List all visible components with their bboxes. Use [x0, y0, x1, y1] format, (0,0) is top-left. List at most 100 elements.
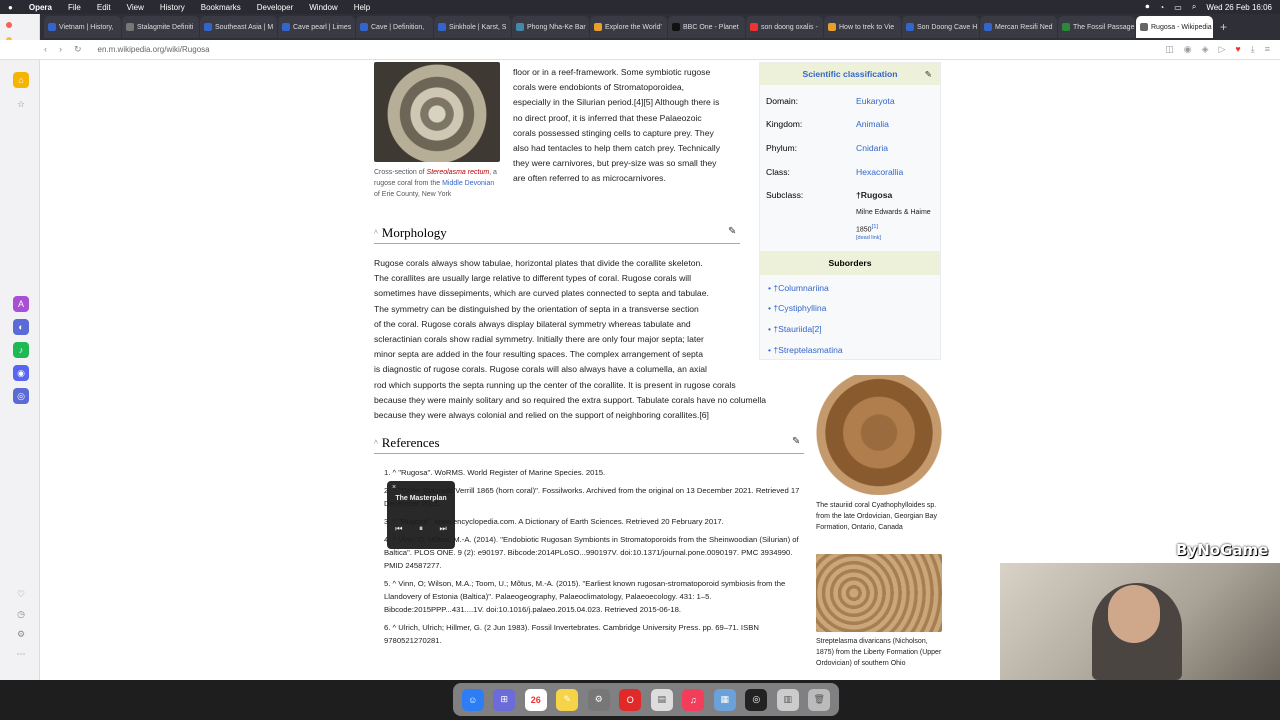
- browser-tab[interactable]: Rugosa - Wikipedia: [1136, 16, 1213, 38]
- menu-help[interactable]: Help: [346, 3, 378, 12]
- menu-edit[interactable]: Edit: [89, 3, 119, 12]
- suborder-item[interactable]: • †Cystiphyllina: [768, 303, 826, 313]
- streptelasma-divaricans-image[interactable]: [816, 554, 942, 632]
- taxobox-link[interactable]: Eukaryota: [856, 96, 895, 106]
- next-icon[interactable]: ⏭: [440, 524, 447, 534]
- menu-history[interactable]: History: [152, 3, 193, 12]
- music-icon[interactable]: ♫: [682, 688, 705, 711]
- suborder-link[interactable]: †Cystiphyllina: [773, 303, 826, 313]
- authority-ref[interactable]: [1]: [872, 224, 878, 230]
- home-icon[interactable]: ⌂: [13, 72, 29, 88]
- new-tab-button[interactable]: +: [1220, 20, 1227, 34]
- window-close-button[interactable]: [6, 22, 12, 28]
- spotify-icon[interactable]: ♪: [13, 342, 29, 358]
- textedit-icon[interactable]: ▤: [650, 688, 673, 711]
- heart-icon[interactable]: ♡: [13, 586, 29, 602]
- chevron-up-icon[interactable]: ^: [374, 228, 378, 237]
- suborder-link[interactable]: †Streptelasmatina: [773, 345, 842, 355]
- menu-window[interactable]: Window: [301, 3, 345, 12]
- taxobox-link[interactable]: Animalia: [856, 119, 889, 129]
- reference-item[interactable]: 6. ^ Ulrich, Ulrich; Hillmer, G. (2 Jun …: [374, 621, 804, 647]
- chevron-up-icon[interactable]: ^: [374, 438, 378, 447]
- suborder-link[interactable]: †Columnariina: [773, 283, 828, 293]
- history-icon[interactable]: ◷: [13, 606, 29, 622]
- browser-tab[interactable]: BBC One - Planet: [668, 16, 745, 38]
- suborder-item[interactable]: • †Stauriida[2]: [768, 324, 822, 334]
- menubar-clock[interactable]: Wed 26 Feb 16:06: [1206, 3, 1272, 12]
- more-icon[interactable]: ⋯: [13, 646, 29, 662]
- previous-icon[interactable]: ⏮: [395, 524, 402, 534]
- caption-link-species[interactable]: Stereolasma rectum: [427, 169, 490, 176]
- menu-file[interactable]: File: [60, 3, 89, 12]
- opera-icon[interactable]: O: [619, 688, 642, 711]
- reference-item[interactable]: 1. ^ "Rugosa". WoRMS. World Register of …: [374, 466, 804, 479]
- menu-app-name[interactable]: Opera: [21, 3, 60, 12]
- camera-icon[interactable]: ◉: [1184, 44, 1192, 55]
- calendar-icon[interactable]: 26: [524, 688, 547, 711]
- menu-bookmarks[interactable]: Bookmarks: [193, 3, 249, 12]
- heart-icon[interactable]: ♥: [1235, 44, 1240, 55]
- pause-icon[interactable]: ⏸: [419, 524, 423, 534]
- browser-tab[interactable]: Cave | Definition,: [356, 16, 433, 38]
- browser-tab[interactable]: Explore the World': [590, 16, 667, 38]
- dead-link[interactable]: [dead link]: [856, 235, 881, 241]
- back-icon[interactable]: ‹: [44, 44, 47, 55]
- downloads-icon[interactable]: ▥: [776, 688, 799, 711]
- star-icon[interactable]: ☆: [13, 96, 29, 112]
- mini-player[interactable]: × The Masterplan ⏮ ⏸ ⏭: [387, 481, 455, 549]
- edit-pencil-icon[interactable]: ✎: [728, 226, 736, 237]
- edit-pencil-icon[interactable]: ✎: [925, 69, 932, 80]
- trash-icon[interactable]: 🗑: [808, 688, 831, 711]
- taxobox-link[interactable]: Hexacorallia: [856, 167, 903, 177]
- browser-tab[interactable]: Vietnam | History,: [44, 16, 121, 38]
- edit-pencil-icon[interactable]: ✎: [792, 436, 800, 447]
- search-icon[interactable]: ⌕: [1192, 2, 1196, 12]
- section-heading-references[interactable]: ^ References: [374, 432, 804, 454]
- reference-item[interactable]: 5. ^ Vinn, O; Wilson, M.A.; Toom, U.; Mõ…: [374, 577, 804, 616]
- browser-tab[interactable]: Phong Nha-Ke Bar: [512, 16, 589, 38]
- chatgpt-icon[interactable]: ◎: [13, 388, 29, 404]
- notes-icon[interactable]: ✎: [556, 688, 579, 711]
- suborder-item[interactable]: • †Streptelasmatina: [768, 345, 843, 355]
- menu-icon[interactable]: ≡: [1265, 44, 1270, 55]
- share-icon[interactable]: ▷: [1218, 44, 1225, 55]
- browser-tab[interactable]: Son Doong Cave H: [902, 16, 979, 38]
- section-heading-morphology[interactable]: ^ Morphology: [374, 222, 740, 244]
- discord-icon[interactable]: ◉: [13, 365, 29, 381]
- wifi-icon[interactable]: ◔: [1159, 3, 1164, 12]
- preview-icon[interactable]: ▦: [713, 688, 736, 711]
- quicktime-icon[interactable]: ◎: [745, 688, 768, 711]
- url-field[interactable]: en.m.wikipedia.org/wiki/Rugosa: [98, 45, 210, 54]
- cyathophylloides-coral-image[interactable]: [816, 375, 942, 495]
- taxobox-title[interactable]: Scientific classification ✎: [760, 63, 940, 85]
- browser-tab[interactable]: Mercan Resifi Ned: [980, 16, 1057, 38]
- download-icon[interactable]: ⤓: [1251, 44, 1255, 55]
- record-icon[interactable]: ⏺: [1145, 2, 1149, 12]
- menu-view[interactable]: View: [119, 3, 152, 12]
- settings-icon[interactable]: ⚙: [13, 626, 29, 642]
- browser-tab[interactable]: son doong oxalis -: [746, 16, 823, 38]
- taxobox-link[interactable]: Cnidaria: [856, 143, 888, 153]
- browser-tab[interactable]: Cave pearl | Limes: [278, 16, 355, 38]
- finder-icon[interactable]: ☺: [461, 688, 484, 711]
- messenger-icon[interactable]: ◐: [13, 319, 29, 335]
- suborder-link[interactable]: †Stauriida[2]: [773, 324, 821, 334]
- suborder-item[interactable]: • †Columnariina: [768, 283, 829, 293]
- snapshot-icon[interactable]: ◫: [1165, 44, 1174, 55]
- forward-icon[interactable]: ›: [59, 44, 62, 55]
- reload-icon[interactable]: ↻: [74, 44, 82, 55]
- browser-tab[interactable]: How to trek to Vie: [824, 16, 901, 38]
- launchpad-icon[interactable]: ⊞: [493, 688, 516, 711]
- browser-tab[interactable]: The Fossil Passage: [1058, 16, 1135, 38]
- menu-developer[interactable]: Developer: [249, 3, 301, 12]
- browser-tab[interactable]: Stalagmite Definiti: [122, 16, 199, 38]
- shield-icon[interactable]: ◈: [1202, 44, 1209, 55]
- stereolasma-cross-section-image[interactable]: [374, 62, 500, 162]
- browser-tab[interactable]: Southeast Asia | M: [200, 16, 277, 38]
- battery-icon[interactable]: ▭: [1174, 3, 1182, 12]
- browser-tab[interactable]: Sinkhole | Karst, S: [434, 16, 511, 38]
- close-icon[interactable]: ×: [392, 484, 396, 491]
- apple-icon[interactable]: ●: [0, 3, 21, 12]
- caption-link-devonian[interactable]: Middle Devonian: [442, 180, 494, 187]
- system-settings-icon[interactable]: ⚙: [587, 688, 610, 711]
